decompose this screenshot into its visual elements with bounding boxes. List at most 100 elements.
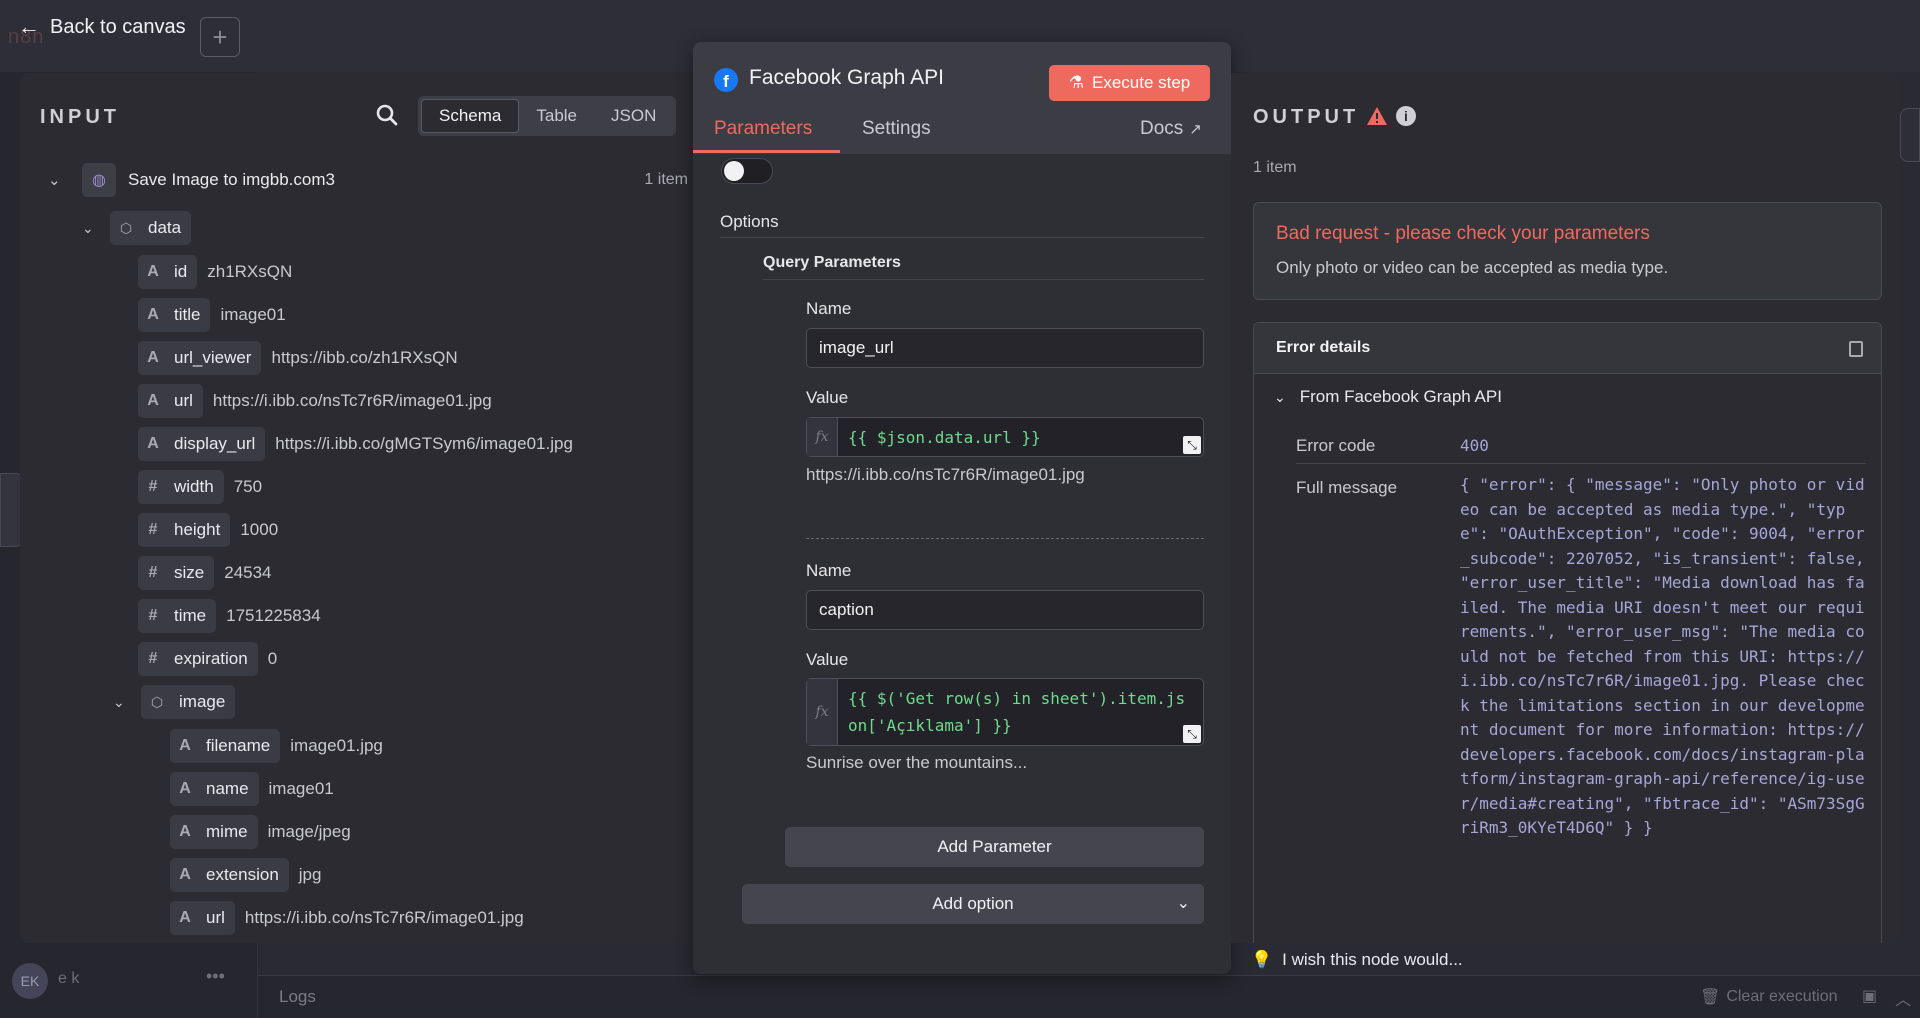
name-label: Name xyxy=(806,561,852,580)
tree-object-image[interactable]: ⌄ ⬡ image xyxy=(113,685,236,719)
tree-root[interactable]: ⌄ ◍ Save Image to imgbb.com3 1 item xyxy=(48,161,688,199)
fx-icon: fx xyxy=(807,418,838,456)
node-title[interactable]: Facebook Graph API xyxy=(749,66,944,90)
expression-result: https://i.ibb.co/nsTc7r6R/image01.jpg xyxy=(806,465,1085,484)
schema-pill[interactable]: ⬡ image xyxy=(141,685,236,719)
tab-schema[interactable]: Schema xyxy=(421,99,520,133)
object-icon: ⬡ xyxy=(119,219,133,236)
execute-step-button[interactable]: ⚗ Execute step xyxy=(1049,65,1210,101)
field-value: 0 xyxy=(267,649,278,668)
execute-step-label: Execute step xyxy=(1091,73,1191,92)
divider xyxy=(720,237,1204,238)
value-label: Value xyxy=(806,650,849,669)
add-parameter-button[interactable]: Add Parameter xyxy=(785,827,1204,867)
docs-link[interactable]: Docs ↗ xyxy=(1140,118,1202,140)
schema-field[interactable]: Amime image/jpeg xyxy=(170,815,351,849)
field-key: width xyxy=(174,477,214,496)
field-value: image/jpeg xyxy=(267,822,351,841)
expand-icon[interactable]: ⤡ xyxy=(1183,436,1201,454)
feedback-prompt[interactable]: 💡 I wish this node would... xyxy=(1251,950,1463,970)
tab-table[interactable]: Table xyxy=(519,99,594,133)
param-value-expression[interactable]: fx {{ $('Get row(s) in sheet').item.json… xyxy=(806,678,1204,746)
error-callout: Bad request - please check your paramete… xyxy=(1253,202,1882,300)
param-name-input[interactable]: caption xyxy=(806,590,1204,630)
schema-field[interactable]: Atitle image01 xyxy=(138,298,286,332)
field-value: https://i.ibb.co/nsTc7r6R/image01.jpg xyxy=(244,908,524,927)
more-icon[interactable]: ••• xyxy=(206,966,225,987)
canvas-handle[interactable] xyxy=(1900,108,1920,162)
string-type-icon: A xyxy=(179,909,191,926)
tab-parameters[interactable]: Parameters xyxy=(714,118,812,140)
options-label: Options xyxy=(720,212,779,231)
schema-field[interactable]: Aurl https://i.ibb.co/nsTc7r6R/image01.jp… xyxy=(170,901,524,935)
toggle-knob xyxy=(724,161,744,181)
expand-icon[interactable]: ⤡ xyxy=(1183,725,1201,743)
string-type-icon: A xyxy=(147,349,159,366)
number-type-icon: # xyxy=(148,521,158,538)
user-name: e k xyxy=(58,970,80,987)
error-description: Only photo or video can be accepted as m… xyxy=(1276,258,1669,277)
error-source-toggle[interactable]: ⌄ From Facebook Graph API xyxy=(1274,387,1502,407)
schema-pill[interactable]: ⬡ data xyxy=(110,211,192,245)
field-key: id xyxy=(174,262,188,281)
warning-icon[interactable] xyxy=(1366,106,1388,126)
chevron-down-icon[interactable]: ⌄ xyxy=(48,171,70,189)
expression-code[interactable]: {{ $json.data.url }} xyxy=(838,418,1203,456)
schema-field[interactable]: Aname image01 xyxy=(170,772,334,806)
active-tab-indicator xyxy=(693,150,840,153)
input-heading: INPUT xyxy=(40,106,120,128)
schema-field[interactable]: # size 24534 xyxy=(138,556,272,590)
input-panel: INPUT Schema Table JSON ⌄ ◍ Save Image t… xyxy=(20,73,695,943)
add-node-button[interactable]: + xyxy=(200,17,240,57)
field-value: image01.jpg xyxy=(290,736,383,755)
search-icon[interactable] xyxy=(375,103,399,127)
popout-icon[interactable]: ▣ xyxy=(1862,986,1877,1010)
tree-object-data[interactable]: ⌄ ⬡ data xyxy=(82,211,192,245)
chevron-down-icon[interactable]: ⌄ xyxy=(1274,389,1286,406)
string-type-icon: A xyxy=(179,823,191,840)
field-value: https://i.ibb.co/gMGTSym6/image01.jpg xyxy=(275,434,573,453)
chevron-down-icon: ⌄ xyxy=(1176,895,1190,912)
tab-settings[interactable]: Settings xyxy=(862,118,931,140)
logs-label[interactable]: Logs xyxy=(279,987,316,1007)
full-message-label: Full message xyxy=(1296,478,1398,497)
arrow-left-icon: ← xyxy=(18,14,40,39)
string-type-icon: A xyxy=(147,263,159,280)
schema-field[interactable]: # width 750 xyxy=(138,470,262,504)
toggle-switch[interactable] xyxy=(721,158,773,184)
field-value: 750 xyxy=(233,477,263,496)
clear-execution-button[interactable]: 🗑 Clear execution xyxy=(1700,987,1837,1007)
error-code-value: 400 xyxy=(1460,436,1489,455)
tab-json[interactable]: JSON xyxy=(594,99,673,133)
globe-icon: ◍ xyxy=(82,163,116,197)
info-icon[interactable]: i xyxy=(1396,106,1416,126)
field-key: display_url xyxy=(174,434,256,453)
copy-icon[interactable] xyxy=(1849,341,1863,357)
field-key: name xyxy=(206,779,249,798)
chevron-down-icon[interactable]: ⌄ xyxy=(82,220,110,237)
schema-field[interactable]: Aurl_viewer https://ibb.co/zh1RXsQN xyxy=(138,341,458,375)
schema-field[interactable]: Aextension jpg xyxy=(170,858,321,892)
expression-code[interactable]: {{ $('Get row(s) in sheet').item.json['A… xyxy=(838,679,1203,745)
schema-field[interactable]: Aurl https://i.ibb.co/nsTc7r6R/image01.jp… xyxy=(138,384,492,418)
field-key: title xyxy=(174,305,201,324)
schema-field[interactable]: Aid zh1RXsQN xyxy=(138,255,292,289)
schema-field[interactable]: Afilename image01.jpg xyxy=(170,729,383,763)
back-to-canvas-button[interactable]: ← Back to canvas xyxy=(18,14,186,40)
schema-field[interactable]: # height 1000 xyxy=(138,513,278,547)
schema-field[interactable]: # time 1751225834 xyxy=(138,599,321,633)
param-name-input[interactable]: image_url xyxy=(806,328,1204,368)
string-type-icon: A xyxy=(147,392,159,409)
avatar[interactable]: EK xyxy=(12,963,48,999)
output-panel: OUTPUT i 1 item Bad request - please che… xyxy=(1231,73,1900,943)
schema-field[interactable]: # expiration 0 xyxy=(138,642,277,676)
chevron-down-icon[interactable]: ⌄ xyxy=(113,694,141,711)
string-type-icon: A xyxy=(147,306,159,323)
schema-field[interactable]: Adisplay_url https://i.ibb.co/gMGTSym6/im… xyxy=(138,427,573,461)
add-option-button[interactable]: Add option ⌄ xyxy=(742,884,1204,924)
chevron-up-icon[interactable]: ︿ xyxy=(1895,986,1911,1010)
field-value: image01 xyxy=(268,779,334,798)
param-value-expression[interactable]: fx {{ $json.data.url }} ⤡ xyxy=(806,417,1204,457)
field-key: time xyxy=(174,606,207,625)
clear-execution-label: Clear execution xyxy=(1726,988,1838,1005)
